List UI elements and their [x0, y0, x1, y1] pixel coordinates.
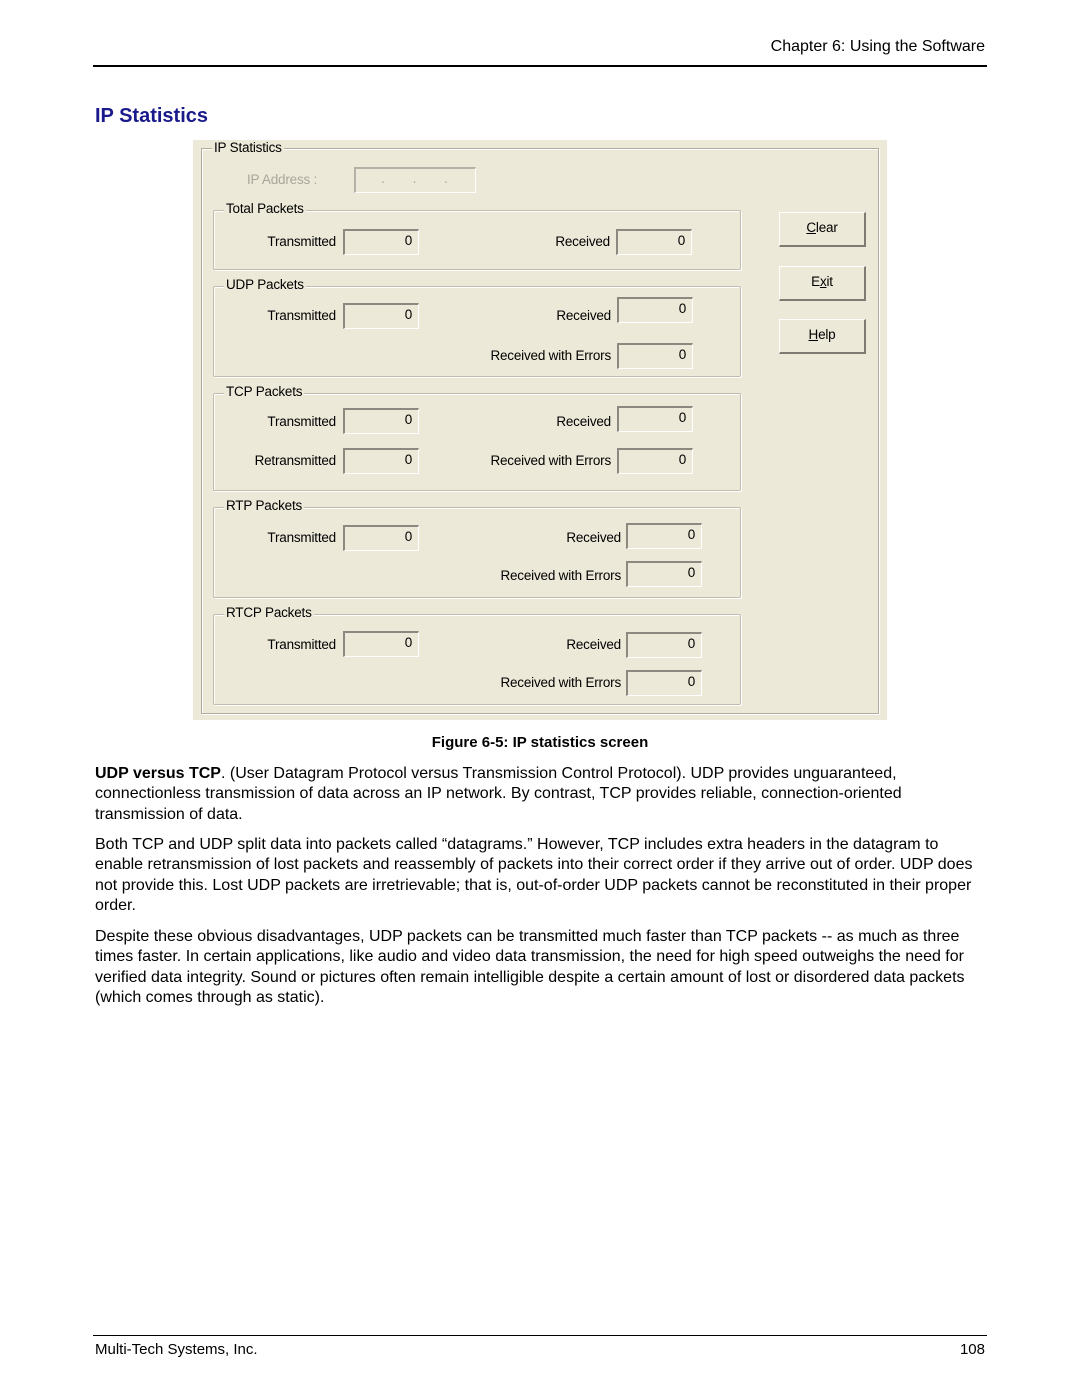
- rtcp-errors-field: 0: [626, 670, 702, 696]
- udp-transmitted-label: Transmitted: [267, 308, 336, 323]
- ip-address-field: . . .: [354, 167, 476, 193]
- figure-caption: Figure 6-5: IP statistics screen: [431, 734, 649, 751]
- tcp-packets-group: TCP Packets Transmitted 0 Received 0 Ret…: [213, 384, 741, 491]
- paragraph-lead: UDP versus TCP: [95, 765, 221, 782]
- udp-errors-field: 0: [617, 343, 693, 369]
- total-transmitted-label: Transmitted: [267, 234, 336, 249]
- rtcp-received-label: Received: [566, 637, 621, 652]
- exit-button[interactable]: Exit: [779, 266, 866, 301]
- page-number: 108: [959, 1341, 985, 1358]
- rtp-packets-group: RTP Packets Transmitted 0 Received 0 Rec…: [213, 498, 741, 598]
- tcp-packets-title: TCP Packets: [224, 384, 305, 399]
- clear-accelerator: C: [806, 220, 816, 235]
- udp-received-field: 0: [617, 297, 693, 323]
- clear-button[interactable]: Clear: [779, 212, 866, 247]
- paragraph-udp-vs-tcp: UDP versus TCP. (User Datagram Protocol …: [95, 764, 990, 825]
- ip-address-label: IP Address :: [247, 172, 318, 187]
- help-button[interactable]: Help: [779, 319, 866, 354]
- rtcp-errors-label: Received with Errors: [500, 675, 621, 690]
- clear-label-post: lear: [815, 220, 838, 235]
- ip-statistics-frame: IP Statistics IP Address : . . . Total P…: [201, 140, 879, 714]
- tcp-retransmitted-field: 0: [343, 448, 419, 474]
- exit-label-post: it: [826, 274, 834, 289]
- rtcp-transmitted-label: Transmitted: [267, 637, 336, 652]
- tcp-retransmitted-label: Retransmitted: [254, 453, 337, 468]
- exit-label-pre: E: [811, 274, 820, 289]
- udp-errors-label: Received with Errors: [490, 348, 611, 363]
- total-packets-title: Total Packets: [224, 201, 306, 216]
- udp-received-label: Received: [556, 308, 611, 323]
- rtcp-packets-title: RTCP Packets: [224, 605, 314, 620]
- rtp-received-field: 0: [626, 523, 702, 549]
- rtp-packets-title: RTP Packets: [224, 498, 305, 513]
- rtp-errors-field: 0: [626, 561, 702, 587]
- rtcp-packets-group: RTCP Packets Transmitted 0 Received 0 Re…: [213, 605, 741, 705]
- udp-packets-group: UDP Packets Transmitted 0 Received 0 Rec…: [213, 277, 741, 377]
- tcp-received-label: Received: [556, 414, 611, 429]
- paragraph-datagrams: Both TCP and UDP split data into packets…: [95, 836, 973, 914]
- tcp-transmitted-label: Transmitted: [267, 414, 336, 429]
- footer-company: Multi-Tech Systems, Inc.: [95, 1341, 258, 1358]
- total-received-field: 0: [616, 229, 692, 255]
- header-divider: [93, 65, 987, 67]
- dialog-group-title: IP Statistics: [212, 140, 284, 155]
- help-accelerator: H: [808, 327, 819, 342]
- section-title: IP Statistics: [95, 105, 209, 127]
- udp-packets-title: UDP Packets: [224, 277, 306, 292]
- total-packets-group: Total Packets Transmitted 0 Received 0: [213, 201, 741, 270]
- tcp-errors-field: 0: [617, 448, 693, 474]
- footer-divider: [93, 1335, 987, 1336]
- chapter-title: Chapter 6: Using the Software: [770, 38, 985, 55]
- total-transmitted-field: 0: [343, 229, 419, 255]
- ip-statistics-dialog: IP Statistics IP Address : . . . Total P…: [193, 140, 887, 720]
- paragraph-speed: Despite these obvious disadvantages, UDP…: [95, 928, 965, 1006]
- rtcp-transmitted-field: 0: [343, 631, 419, 657]
- rtcp-received-field: 0: [626, 632, 702, 658]
- rtp-received-label: Received: [566, 530, 621, 545]
- tcp-received-field: 0: [617, 406, 693, 432]
- tcp-errors-label: Received with Errors: [490, 453, 611, 468]
- help-label-post: elp: [818, 327, 836, 342]
- tcp-transmitted-field: 0: [343, 408, 419, 434]
- total-received-label: Received: [555, 234, 610, 249]
- rtp-transmitted-label: Transmitted: [267, 530, 336, 545]
- udp-transmitted-field: 0: [343, 303, 419, 329]
- rtp-errors-label: Received with Errors: [500, 568, 621, 583]
- rtp-transmitted-field: 0: [343, 525, 419, 551]
